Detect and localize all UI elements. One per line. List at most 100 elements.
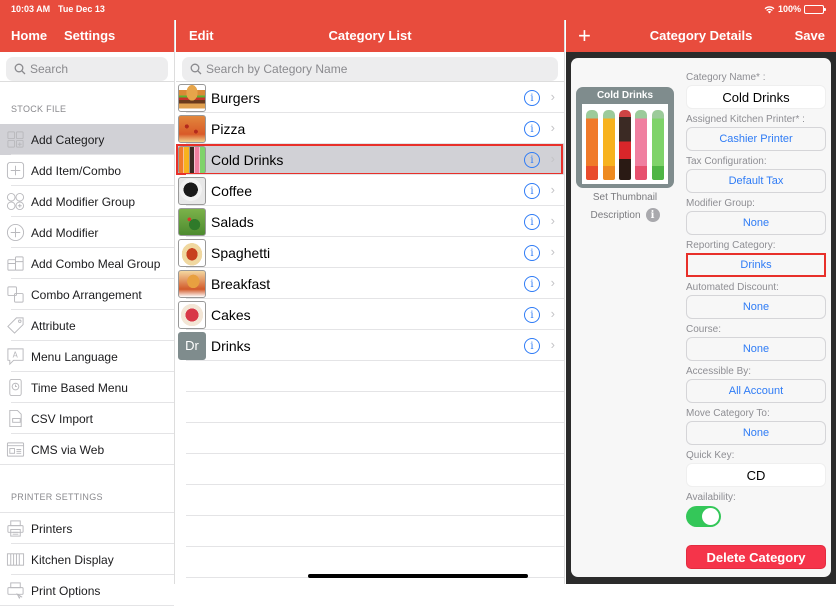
category-row-pizza[interactable]: Pizza i ›	[176, 113, 564, 144]
sidebar-item-kitchen-display[interactable]: Kitchen Display	[0, 544, 174, 575]
home-button[interactable]: Home	[11, 28, 47, 43]
category-name: Burgers	[211, 89, 261, 106]
sidebar-item-add-item-combo[interactable]: Add Item/Combo	[0, 155, 174, 186]
assigned-kitchen-printer-select-button[interactable]: Cashier Printer	[686, 127, 826, 151]
availability-field: Availability:	[686, 492, 826, 527]
battery-percent: 100%	[777, 4, 801, 14]
sidebar-item-combo-arrangement[interactable]: Combo Arrangement	[0, 279, 174, 310]
category-row-breakfast[interactable]: Breakfast i ›	[176, 268, 564, 299]
printer-icon	[6, 519, 25, 538]
sidebar-item-label: Kitchen Display	[31, 552, 114, 567]
category-row-coffee[interactable]: Coffee i ›	[176, 175, 564, 206]
info-icon[interactable]: i	[524, 307, 540, 323]
sidebar-item-csv-import[interactable]: CSV Import	[0, 403, 174, 434]
set-thumbnail-link[interactable]: Set Thumbnail	[576, 192, 674, 203]
modifier-group-select-button[interactable]: None	[686, 211, 826, 235]
sidebar-item-add-combo-meal-group[interactable]: Add Combo Meal Group	[0, 248, 174, 279]
category-row-cakes[interactable]: Cakes i ›	[176, 299, 564, 330]
chevron-right-icon: ›	[550, 275, 555, 290]
sidebar-item-add-category[interactable]: Add Category	[0, 124, 174, 155]
sidebar-navbar: Home Settings	[0, 20, 174, 52]
clock-icon	[6, 378, 25, 397]
automated-discount-select-button[interactable]: None	[686, 295, 826, 319]
save-button[interactable]: Save	[795, 28, 825, 43]
info-icon[interactable]: i	[524, 276, 540, 292]
sidebar-search-input[interactable]: Search	[6, 57, 168, 81]
category-thumbnail-breakfast	[178, 269, 206, 298]
automated-discount-label: Automated Discount:	[686, 282, 779, 293]
category-name: Breakfast	[211, 275, 271, 292]
category-name: Coffee	[211, 182, 252, 199]
search-icon	[14, 63, 26, 75]
empty-row	[176, 392, 564, 423]
section-header-stock-file: STOCK FILE	[11, 104, 67, 114]
sidebar-item-label: Time Based Menu	[31, 380, 128, 395]
category-name-input[interactable]: Cold Drinks	[686, 85, 826, 109]
category-thumbnail-drinks	[178, 145, 206, 174]
sidebar-item-label: Menu Language	[31, 349, 118, 364]
category-thumbnail-cake	[178, 300, 206, 329]
category-row-spaghetti[interactable]: Spaghetti i ›	[176, 237, 564, 268]
info-icon[interactable]: i	[524, 183, 540, 199]
info-icon[interactable]: i	[645, 208, 660, 222]
modifier-group-label: Modifier Group:	[686, 198, 755, 209]
info-icon[interactable]: i	[524, 338, 540, 354]
sidebar-item-cms-via-web[interactable]: CMS via Web	[0, 434, 174, 465]
search-icon	[190, 63, 202, 75]
move-category-to-select-button[interactable]: None	[686, 421, 826, 445]
sidebar-item-menu-language[interactable]: A Menu Language	[0, 341, 174, 372]
sidebar-item-label: Add Combo Meal Group	[31, 256, 161, 271]
add-modifier-icon	[6, 223, 25, 242]
combo-meal-icon	[6, 254, 25, 273]
category-thumbnail-pizza	[178, 114, 206, 143]
automated-discount-field: Automated Discount: None	[686, 282, 826, 319]
info-icon[interactable]: i	[524, 245, 540, 261]
chevron-right-icon: ›	[550, 120, 555, 135]
accessible-by-select-button[interactable]: All Account	[686, 379, 826, 403]
csv-icon	[6, 409, 25, 428]
empty-row	[176, 485, 564, 516]
kitchen-display-icon	[6, 550, 25, 569]
sidebar-item-time-based-menu[interactable]: Time Based Menu	[0, 372, 174, 403]
chevron-right-icon: ›	[550, 306, 555, 321]
description-label: Description	[590, 209, 641, 221]
info-icon[interactable]: i	[524, 90, 540, 106]
category-initials-avatar: Dr	[178, 331, 206, 360]
quick-key-input[interactable]: CD	[686, 463, 826, 487]
add-modifier-group-icon	[6, 192, 25, 211]
tax-configuration-field: Tax Configuration: Default Tax	[686, 156, 826, 193]
category-row-salads[interactable]: Salads i ›	[176, 206, 564, 237]
empty-row	[176, 423, 564, 454]
category-thumbnail-coffee	[178, 176, 206, 205]
reporting-category-select-button[interactable]: Drinks	[686, 253, 826, 277]
availability-toggle[interactable]	[686, 506, 721, 527]
info-icon[interactable]: i	[524, 214, 540, 230]
delete-category-button[interactable]: Delete Category	[686, 545, 826, 569]
category-thumbnail-salad	[178, 207, 206, 236]
details-card: Cold Drinks Set Thumbnail Description i …	[571, 58, 831, 577]
sidebar-item-printers[interactable]: Printers	[0, 513, 174, 544]
category-thumbnail[interactable]: Cold Drinks	[576, 87, 674, 188]
tax-configuration-select-button[interactable]: Default Tax	[686, 169, 826, 193]
accessible-by-label: Accessible By:	[686, 366, 752, 377]
sidebar-item-attribute[interactable]: Attribute	[0, 310, 174, 341]
info-icon[interactable]: i	[524, 152, 540, 168]
info-icon[interactable]: i	[524, 121, 540, 137]
sidebar-item-add-modifier-group[interactable]: Add Modifier Group	[0, 186, 174, 217]
chevron-right-icon: ›	[550, 213, 555, 228]
category-row-burgers[interactable]: Burgers i ›	[176, 82, 564, 113]
sidebar-item-label: Add Category	[31, 132, 105, 147]
sidebar-item-add-modifier[interactable]: Add Modifier	[0, 217, 174, 248]
sidebar-item-print-options[interactable]: Print Options	[0, 575, 174, 606]
category-list-panel: Edit Category List Search by Category Na…	[176, 20, 565, 584]
empty-row	[176, 454, 564, 485]
course-select-button[interactable]: None	[686, 337, 826, 361]
description-row[interactable]: Description i	[576, 208, 674, 222]
category-row-drinks[interactable]: Dr Drinks i ›	[176, 330, 564, 361]
empty-row	[176, 361, 564, 392]
home-indicator[interactable]	[308, 574, 528, 578]
quick-key-field: Quick Key: CD	[686, 450, 826, 487]
category-row-cold-drinks[interactable]: Cold Drinks i ›	[176, 144, 564, 175]
sidebar-item-label: Attribute	[31, 318, 76, 333]
category-search-input[interactable]: Search by Category Name	[182, 57, 558, 81]
